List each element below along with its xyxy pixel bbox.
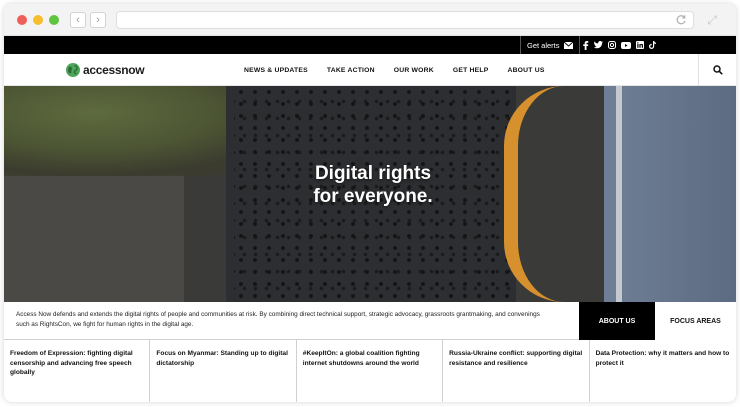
facebook-icon[interactable] (582, 40, 589, 50)
back-button[interactable]: ‹ (70, 12, 86, 28)
intro-text: Access Now defends and extends the digit… (16, 311, 540, 328)
maximize-window-button[interactable] (49, 15, 59, 25)
browser-window: ‹ › ⤢ Get alerts accessnow NEWS & UPDATE… (4, 4, 736, 402)
card-data-protection[interactable]: Data Protection: why it matters and how … (590, 340, 736, 402)
youtube-icon[interactable] (621, 41, 631, 49)
card-freedom-of-expression[interactable]: Freedom of Expression: fighting digital … (4, 340, 151, 402)
chevron-left-icon: ‹ (76, 14, 80, 26)
reload-icon[interactable] (675, 14, 687, 26)
featured-cards: Freedom of Expression: fighting digital … (4, 340, 736, 402)
minimize-window-button[interactable] (33, 15, 43, 25)
tab-about-us[interactable]: ABOUT US (579, 302, 655, 340)
card-russia-ukraine[interactable]: Russia-Ukraine conflict: supporting digi… (443, 340, 590, 402)
forward-button[interactable]: › (90, 12, 106, 28)
linkedin-icon[interactable] (636, 41, 644, 49)
nav-take-action[interactable]: TAKE ACTION (327, 67, 375, 74)
hero-banner: Digital rights for everyone. (4, 86, 736, 302)
search-icon (712, 65, 723, 75)
twitter-icon[interactable] (594, 41, 603, 49)
site-navigation: accessnow NEWS & UPDATES TAKE ACTION OUR… (4, 54, 736, 86)
nav-our-work[interactable]: OUR WORK (394, 67, 434, 74)
nav-news-updates[interactable]: NEWS & UPDATES (244, 67, 308, 74)
card-focus-on-myanmar[interactable]: Focus on Myanmar: Standing up to digital… (150, 340, 297, 402)
close-window-button[interactable] (17, 15, 27, 25)
chevron-right-icon: › (96, 14, 100, 26)
site-topbar: Get alerts (4, 36, 736, 54)
intro-section: Access Now defends and extends the digit… (4, 302, 736, 340)
site-logo[interactable]: accessnow (66, 61, 145, 79)
hero-headline: Digital rights for everyone. (4, 162, 736, 208)
get-alerts-label: Get alerts (527, 40, 560, 50)
nav-get-help[interactable]: GET HELP (453, 67, 489, 74)
tiktok-icon[interactable] (649, 41, 656, 49)
hero-headline-line1: Digital rights (314, 163, 432, 184)
envelope-icon (563, 41, 573, 49)
hero-headline-line2: for everyone. (313, 186, 433, 207)
tab-focus-areas[interactable]: FOCUS AREAS (655, 302, 736, 340)
nav-about-us[interactable]: ABOUT US (507, 67, 544, 74)
fullscreen-icon[interactable]: ⤢ (704, 12, 720, 28)
browser-toolbar: ‹ › ⤢ (4, 4, 736, 36)
address-bar[interactable] (116, 11, 694, 29)
card-keepiton[interactable]: #KeepItOn: a global coalition fighting i… (297, 340, 444, 402)
get-alerts-link[interactable]: Get alerts (520, 36, 580, 54)
logo-wordmark: accessnow (83, 63, 145, 77)
search-button[interactable] (698, 54, 736, 86)
main-menu: NEWS & UPDATES TAKE ACTION OUR WORK GET … (244, 54, 564, 86)
globe-logo-icon (66, 63, 80, 77)
social-links (582, 36, 656, 54)
instagram-icon[interactable] (608, 41, 616, 49)
